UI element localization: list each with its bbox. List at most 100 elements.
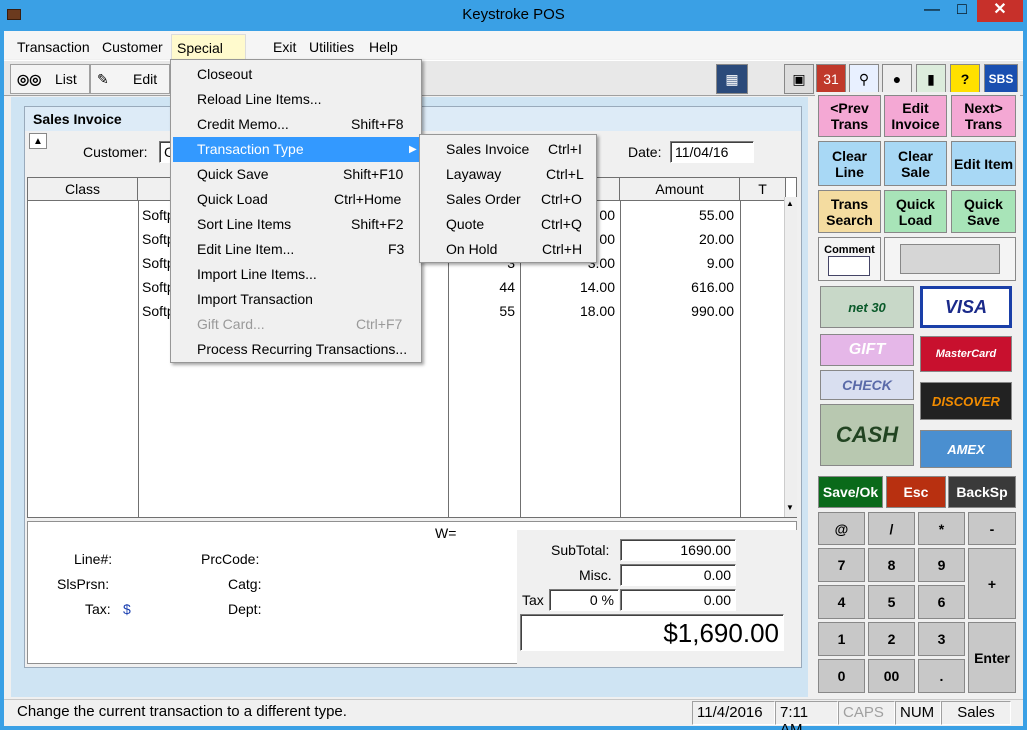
menu-customer[interactable]: Customer xyxy=(102,39,163,55)
row-5-amount[interactable]: 990.00 xyxy=(622,299,734,323)
trans-search-button[interactable]: Trans Search xyxy=(818,190,881,233)
prev-trans-button[interactable]: <Prev Trans xyxy=(818,95,881,137)
category-label: Catg: xyxy=(228,576,262,592)
menu-utilities[interactable]: Utilities xyxy=(309,39,354,55)
gift-button[interactable]: GIFT xyxy=(820,334,914,366)
edit-button[interactable]: ✎ Edit xyxy=(90,64,170,94)
scroll-up-icon[interactable]: ▲ xyxy=(786,199,794,208)
net30-button[interactable]: net 30 xyxy=(820,286,914,328)
mastercard-button[interactable]: MasterCard xyxy=(920,336,1012,372)
register-icon[interactable]: ▣ xyxy=(784,64,814,94)
row-4-amount[interactable]: 616.00 xyxy=(622,275,734,299)
key-0[interactable]: 0 xyxy=(818,659,865,693)
menu-transaction[interactable]: Transaction xyxy=(17,39,90,55)
misc-label: Misc. xyxy=(579,567,612,583)
menu-item-reload-line-items[interactable]: Reload Line Items... xyxy=(173,87,419,112)
menu-exit[interactable]: Exit xyxy=(273,39,296,55)
sbs-logo-icon[interactable]: SBS xyxy=(984,64,1018,94)
row-1-amount[interactable]: 55.00 xyxy=(622,203,734,227)
discover-button[interactable]: DISCOVER xyxy=(920,382,1012,420)
column-header-t[interactable]: T xyxy=(740,178,786,201)
submenu-item-on-hold[interactable]: On Hold Ctrl+H xyxy=(422,237,594,262)
menu-item-import-transaction[interactable]: Import Transaction xyxy=(173,287,419,312)
edit-invoice-button[interactable]: Edit Invoice xyxy=(884,95,947,137)
row-5-price[interactable]: 18.00 xyxy=(522,299,615,323)
row-4-qty[interactable]: 44 xyxy=(450,275,515,299)
minimize-button[interactable]: — xyxy=(917,0,947,22)
menu-item-closeout[interactable]: Closeout xyxy=(173,62,419,87)
menu-item-credit-memo[interactable]: Credit Memo... Shift+F8 xyxy=(173,112,419,137)
key-5[interactable]: 5 xyxy=(868,585,915,619)
notepad-icon: ✎ xyxy=(97,71,109,87)
key-8[interactable]: 8 xyxy=(868,548,915,582)
row-3-amount[interactable]: 9.00 xyxy=(622,251,734,275)
column-header-class[interactable]: Class xyxy=(28,178,138,201)
maximize-button[interactable]: □ xyxy=(947,0,977,22)
submenu-item-layaway[interactable]: Layaway Ctrl+L xyxy=(422,162,594,187)
key-7[interactable]: 7 xyxy=(818,548,865,582)
visa-button[interactable]: VISA xyxy=(920,286,1012,328)
date-label: Date: xyxy=(628,144,662,160)
key-6[interactable]: 6 xyxy=(918,585,965,619)
tax-percent-field[interactable]: 0 % xyxy=(549,589,619,611)
key-3[interactable]: 3 xyxy=(918,622,965,656)
quick-save-button[interactable]: Quick Save xyxy=(951,190,1016,233)
menu-special[interactable]: Special xyxy=(171,34,246,60)
date-field[interactable]: 11/04/16 xyxy=(670,141,754,163)
misc-field[interactable]: 0.00 xyxy=(620,564,736,586)
menu-item-gift-card[interactable]: Gift Card... Ctrl+F7 xyxy=(173,312,419,337)
list-button[interactable]: ◎◎ List xyxy=(10,64,90,94)
key-2[interactable]: 2 xyxy=(868,622,915,656)
edit-item-button[interactable]: Edit Item xyxy=(951,141,1016,186)
key-1[interactable]: 1 xyxy=(818,622,865,656)
menu-item-import-line-items[interactable]: Import Line Items... xyxy=(173,262,419,287)
calendar-icon[interactable]: 31 xyxy=(816,64,846,94)
submenu-item-quote[interactable]: Quote Ctrl+Q xyxy=(422,212,594,237)
keyboard-button[interactable] xyxy=(884,237,1016,281)
help-icon[interactable]: ? xyxy=(950,64,980,94)
device-icon[interactable]: ▮ xyxy=(916,64,946,94)
key-at[interactable]: @ xyxy=(818,512,865,545)
key-asterisk[interactable]: * xyxy=(918,512,965,545)
menu-item-transaction-type[interactable]: Transaction Type ▶ xyxy=(173,137,419,162)
key-decimal[interactable]: . xyxy=(918,659,965,693)
menu-item-edit-line-item[interactable]: Edit Line Item... F3 xyxy=(173,237,419,262)
close-button[interactable]: ✕ xyxy=(977,0,1023,22)
check-button[interactable]: CHECK xyxy=(820,370,914,400)
column-header-amount[interactable]: Amount xyxy=(620,178,740,201)
row-5-qty[interactable]: 55 xyxy=(450,299,515,323)
key-minus[interactable]: - xyxy=(968,512,1016,545)
amex-button[interactable]: AMEX xyxy=(920,430,1012,468)
menu-item-quick-load[interactable]: Quick Load Ctrl+Home xyxy=(173,187,419,212)
calculator-icon[interactable]: ▦ xyxy=(716,64,748,94)
menu-item-sort-line-items[interactable]: Sort Line Items Shift+F2 xyxy=(173,212,419,237)
menu-item-quick-save[interactable]: Quick Save Shift+F10 xyxy=(173,162,419,187)
row-4-price[interactable]: 14.00 xyxy=(522,275,615,299)
key-slash[interactable]: / xyxy=(868,512,915,545)
save-ok-button[interactable]: Save/Ok xyxy=(818,476,883,508)
key-plus[interactable]: + xyxy=(968,548,1016,619)
backspace-button[interactable]: BackSp xyxy=(948,476,1016,508)
submenu-item-sales-order[interactable]: Sales Order Ctrl+O xyxy=(422,187,594,212)
key-4[interactable]: 4 xyxy=(818,585,865,619)
key-enter[interactable]: Enter xyxy=(968,622,1016,693)
collapse-arrow-icon[interactable]: ▲ xyxy=(29,133,47,149)
esc-button[interactable]: Esc xyxy=(886,476,946,508)
key-9[interactable]: 9 xyxy=(918,548,965,582)
row-2-amount[interactable]: 20.00 xyxy=(622,227,734,251)
cash-button[interactable]: CASH xyxy=(820,404,914,466)
grid-scrollbar[interactable]: ▲ ▼ xyxy=(784,197,797,517)
clear-line-button[interactable]: Clear Line xyxy=(818,141,881,186)
scroll-down-icon[interactable]: ▼ xyxy=(786,503,794,512)
title-bar[interactable]: Keystroke POS — □ ✕ xyxy=(0,0,1027,31)
menu-help[interactable]: Help xyxy=(369,39,398,55)
magnifier-icon[interactable]: ⚲ xyxy=(849,64,879,94)
transaction-type-submenu: Sales Invoice Ctrl+I Layaway Ctrl+L Sales … xyxy=(419,134,597,263)
key-00[interactable]: 00 xyxy=(868,659,915,693)
submenu-item-sales-invoice[interactable]: Sales Invoice Ctrl+I xyxy=(422,137,594,162)
next-trans-button[interactable]: Next> Trans xyxy=(951,95,1016,137)
menu-item-process-recurring[interactable]: Process Recurring Transactions... xyxy=(173,337,419,362)
quick-load-button[interactable]: Quick Load xyxy=(884,190,947,233)
clear-sale-button[interactable]: Clear Sale xyxy=(884,141,947,186)
lock-icon[interactable]: ● xyxy=(882,64,912,94)
